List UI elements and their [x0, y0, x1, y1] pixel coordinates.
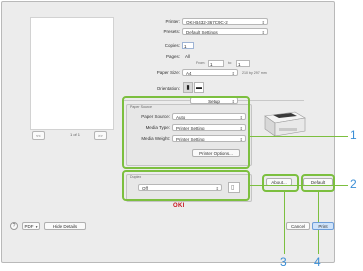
- presets-label: Presets:: [163, 29, 180, 34]
- highlight-box-2: [122, 170, 250, 201]
- highlight-box-4: [301, 174, 335, 192]
- popup-arrows-icon: ⇕: [261, 20, 265, 25]
- paper-size-select[interactable]: A4 ⇕: [182, 69, 238, 76]
- pdf-label: PDF: [24, 224, 34, 229]
- pages-from-option[interactable]: From:: [196, 61, 205, 65]
- paper-size-dimensions: 210 by 297 mm: [242, 71, 267, 75]
- previous-page-button[interactable]: <<: [32, 131, 45, 140]
- portrait-icon: ▮: [186, 85, 190, 91]
- paper-size-value: A4: [186, 71, 192, 76]
- chevron-down-icon: ▾: [35, 225, 38, 229]
- printer-value: OKI-B432-367C9C-2: [186, 20, 228, 25]
- presets-select[interactable]: Default Settings ⇕: [182, 28, 268, 35]
- orientation-label: Orientation:: [156, 86, 180, 91]
- copies-field[interactable]: 1: [182, 42, 194, 49]
- pages-all-option[interactable]: All: [185, 54, 190, 59]
- pages-to-field[interactable]: 1: [236, 60, 250, 67]
- next-page-button[interactable]: >>: [94, 131, 107, 140]
- printer-label: Printer:: [165, 19, 180, 24]
- page-preview: [30, 17, 114, 130]
- pages-from-field[interactable]: 1: [208, 60, 224, 67]
- help-button[interactable]: ?: [10, 222, 18, 230]
- page-indicator: 1 of 1: [70, 132, 81, 137]
- landscape-icon: ▬: [196, 85, 202, 91]
- print-button[interactable]: Print: [312, 222, 334, 230]
- portrait-orientation-button[interactable]: ▮: [183, 82, 193, 93]
- highlight-box-3: [262, 174, 299, 192]
- popup-arrows-icon: ⇕: [261, 30, 265, 35]
- callout-line-3: [284, 192, 285, 254]
- pdf-menu-button[interactable]: PDF ▾: [22, 222, 40, 230]
- callout-number-3: 3: [280, 255, 287, 269]
- printer-image: [264, 111, 306, 137]
- callout-number-2: 2: [350, 177, 357, 191]
- callout-line-1: [250, 136, 348, 137]
- highlight-box-1: [122, 96, 250, 169]
- callout-line-2: [250, 185, 348, 186]
- pages-label: Pages:: [165, 54, 180, 59]
- oki-logo: OKI: [173, 203, 185, 209]
- callout-number-4: 4: [314, 255, 321, 269]
- printer-select[interactable]: OKI-B432-367C9C-2 ⇕: [182, 18, 268, 25]
- presets-value: Default Settings: [186, 30, 218, 35]
- paper-size-label: Paper Size:: [156, 70, 180, 75]
- popup-arrows-icon: ⇕: [231, 71, 235, 76]
- cancel-button[interactable]: Cancel: [286, 222, 310, 230]
- landscape-orientation-button[interactable]: ▬: [194, 82, 204, 93]
- callout-number-1: 1: [350, 128, 357, 142]
- preview-pager: << 1 of 1 >>: [32, 131, 132, 140]
- pages-to-label: to:: [228, 61, 232, 65]
- hide-details-button[interactable]: Hide Details: [44, 222, 86, 230]
- copies-label: Copies:: [164, 43, 180, 48]
